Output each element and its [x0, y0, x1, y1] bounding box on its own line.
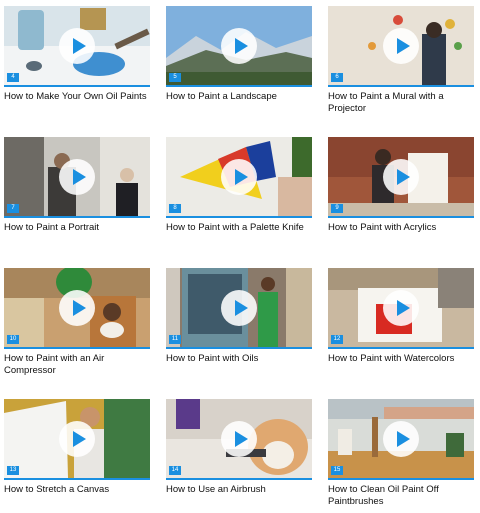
- video-number-badge: 13: [7, 466, 19, 475]
- video-title[interactable]: How to Paint with an Air Compressor: [4, 353, 154, 377]
- play-icon[interactable]: [59, 28, 95, 64]
- play-icon[interactable]: [383, 159, 419, 195]
- video-title[interactable]: How to Stretch a Canvas: [4, 484, 154, 496]
- video-number-badge: 9: [331, 204, 343, 213]
- play-icon[interactable]: [221, 159, 257, 195]
- video-number-badge: 6: [331, 73, 343, 82]
- video-number-badge: 8: [169, 204, 181, 213]
- video-card[interactable]: 12 How to Paint with Watercolors: [328, 268, 476, 365]
- video-number-badge: 10: [7, 335, 19, 344]
- video-thumbnail[interactable]: 9: [328, 137, 474, 218]
- video-thumbnail[interactable]: 5: [166, 6, 312, 87]
- video-grid: 4 How to Make Your Own Oil Paints 5 How …: [0, 0, 480, 513]
- video-thumbnail[interactable]: 11: [166, 268, 312, 349]
- play-icon[interactable]: [221, 421, 257, 457]
- video-thumbnail[interactable]: 7: [4, 137, 150, 218]
- video-card[interactable]: 15 How to Clean Oil Paint Off Paintbrush…: [328, 399, 476, 508]
- play-icon[interactable]: [59, 421, 95, 457]
- video-title[interactable]: How to Paint a Portrait: [4, 222, 154, 234]
- play-icon[interactable]: [221, 290, 257, 326]
- video-thumbnail[interactable]: 12: [328, 268, 474, 349]
- video-card[interactable]: 8 How to Paint with a Palette Knife: [166, 137, 314, 234]
- video-card[interactable]: 14 How to Use an Airbrush: [166, 399, 314, 496]
- play-icon[interactable]: [59, 159, 95, 195]
- video-number-badge: 4: [7, 73, 19, 82]
- video-number-badge: 14: [169, 466, 181, 475]
- video-number-badge: 15: [331, 466, 343, 475]
- play-icon[interactable]: [383, 290, 419, 326]
- video-card[interactable]: 9 How to Paint with Acrylics: [328, 137, 476, 234]
- video-number-badge: 5: [169, 73, 181, 82]
- video-number-badge: 7: [7, 204, 19, 213]
- video-title[interactable]: How to Use an Airbrush: [166, 484, 316, 496]
- video-card[interactable]: 10 How to Paint with an Air Compressor: [4, 268, 152, 377]
- play-icon[interactable]: [59, 290, 95, 326]
- video-title[interactable]: How to Paint with Acrylics: [328, 222, 478, 234]
- video-card[interactable]: 7 How to Paint a Portrait: [4, 137, 152, 234]
- video-thumbnail[interactable]: 15: [328, 399, 474, 480]
- video-title[interactable]: How to Paint with Watercolors: [328, 353, 478, 365]
- video-card[interactable]: 6 How to Paint a Mural with a Projector: [328, 6, 476, 115]
- video-thumbnail[interactable]: 8: [166, 137, 312, 218]
- video-title[interactable]: How to Paint with Oils: [166, 353, 316, 365]
- play-icon[interactable]: [383, 421, 419, 457]
- video-thumbnail[interactable]: 13: [4, 399, 150, 480]
- video-title[interactable]: How to Paint a Mural with a Projector: [328, 91, 478, 115]
- video-card[interactable]: 11 How to Paint with Oils: [166, 268, 314, 365]
- video-thumbnail[interactable]: 4: [4, 6, 150, 87]
- video-number-badge: 11: [169, 335, 181, 344]
- play-icon[interactable]: [221, 28, 257, 64]
- video-thumbnail[interactable]: 6: [328, 6, 474, 87]
- video-card[interactable]: 5 How to Paint a Landscape: [166, 6, 314, 103]
- video-card[interactable]: 4 How to Make Your Own Oil Paints: [4, 6, 152, 103]
- play-icon[interactable]: [383, 28, 419, 64]
- video-card[interactable]: 13 How to Stretch a Canvas: [4, 399, 152, 496]
- video-title[interactable]: How to Paint with a Palette Knife: [166, 222, 316, 234]
- video-title[interactable]: How to Clean Oil Paint Off Paintbrushes: [328, 484, 478, 508]
- video-number-badge: 12: [331, 335, 343, 344]
- video-title[interactable]: How to Paint a Landscape: [166, 91, 316, 103]
- video-title[interactable]: How to Make Your Own Oil Paints: [4, 91, 154, 103]
- video-thumbnail[interactable]: 14: [166, 399, 312, 480]
- video-thumbnail[interactable]: 10: [4, 268, 150, 349]
